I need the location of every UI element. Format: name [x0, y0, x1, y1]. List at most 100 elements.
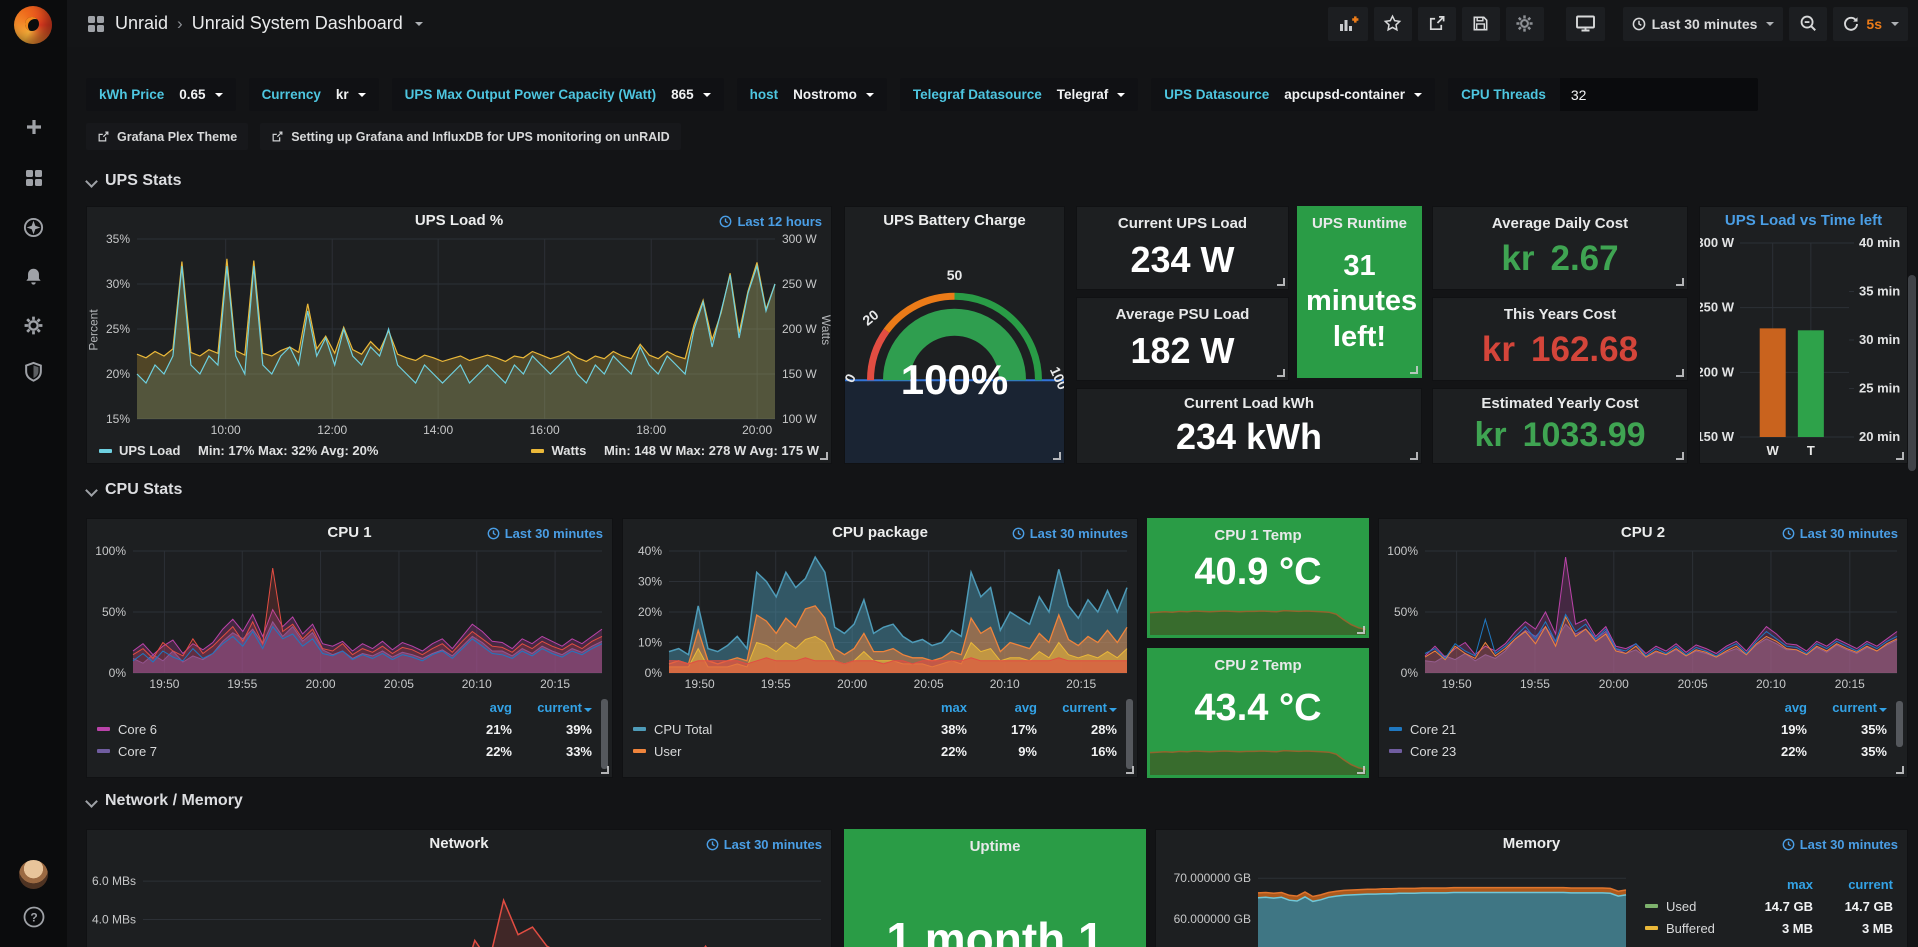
legend-row[interactable]: Core 2322%35% [1389, 740, 1887, 762]
legend-scrollbar[interactable] [1126, 699, 1133, 769]
refresh-button-group[interactable]: 5s [1833, 7, 1908, 41]
legend-col-max[interactable]: max [897, 700, 967, 715]
panel-time-range-link[interactable]: Last 30 minutes [487, 526, 603, 541]
variable-telegraf-datasource[interactable]: Telegraf Datasource Telegraf [900, 78, 1138, 111]
legend-series-name[interactable]: Core 23 [1410, 744, 1456, 759]
variable-host[interactable]: host Nostromo [737, 78, 887, 111]
legend-row[interactable]: Core 621%39% [97, 718, 592, 740]
panel-time-range-link[interactable]: Last 30 minutes [1012, 526, 1128, 541]
legend-row[interactable]: CPU Total38%17%28% [633, 718, 1117, 740]
ups-bars-chart[interactable]: 300 W250 W200 W150 W40 min35 min30 min25… [1700, 233, 1907, 463]
variable-value[interactable]: Nostromo [793, 87, 857, 102]
time-range-picker[interactable]: Last 30 minutes [1623, 7, 1784, 41]
legend-series-name[interactable]: Core 21 [1410, 722, 1456, 737]
variable-value[interactable]: 0.65 [179, 87, 205, 102]
legend-row[interactable]: User22%9%16% [633, 740, 1117, 762]
legend-series-name[interactable]: UPS Load [119, 443, 180, 458]
link-ups-monitoring-guide[interactable]: Setting up Grafana and InfluxDB for UPS … [260, 123, 680, 150]
legend-series-name[interactable]: Buffered [1666, 921, 1715, 936]
stat-label[interactable]: CPU 1 Temp [1148, 527, 1368, 544]
variable-ups-datasource[interactable]: UPS Datasource apcupsd-container [1151, 78, 1435, 111]
legend-row[interactable]: Core 2119%35% [1389, 718, 1887, 740]
refresh-interval-label[interactable]: 5s [1866, 16, 1882, 32]
star-dashboard-button[interactable] [1374, 7, 1412, 41]
sidebar-explore-button[interactable] [0, 207, 67, 247]
panel-title[interactable]: UPS Load vs Time left [1700, 212, 1907, 229]
sidebar-dashboards-button[interactable] [0, 158, 67, 198]
cpu1-graph[interactable]: 19:5019:5520:0020:0520:1020:15100%50%0% [87, 545, 612, 693]
dashboard-settings-button[interactable] [1506, 7, 1544, 41]
legend-row[interactable]: Used14.7 GB14.7 GB [1645, 895, 1893, 917]
ups-load-graph[interactable]: 10:0012:0014:0016:0018:0020:0035%30%25%2… [87, 233, 831, 439]
stat-label[interactable]: Current Load kWh [1077, 395, 1421, 412]
cpu2-graph[interactable]: 19:5019:5520:0020:0520:1020:15100%50%0% [1379, 545, 1907, 693]
stat-label[interactable]: UPS Runtime [1298, 215, 1421, 232]
legend-scrollbar[interactable] [1896, 701, 1903, 747]
panel-time-range-link[interactable]: Last 12 hours [719, 214, 822, 229]
stat-label[interactable]: This Years Cost [1433, 306, 1687, 323]
breadcrumb-folder[interactable]: Unraid [115, 13, 168, 34]
variable-value[interactable]: apcupsd-container [1284, 87, 1405, 102]
legend-col-avg[interactable]: avg [442, 700, 512, 715]
legend-col-avg[interactable]: avg [1737, 700, 1807, 715]
variable-ups-max-output[interactable]: UPS Max Output Power Capacity (Watt) 865 [392, 78, 724, 111]
stat-label[interactable]: Uptime [845, 838, 1145, 855]
sidebar-help-button[interactable]: ? [0, 905, 67, 929]
stat-label[interactable]: Average Daily Cost [1433, 215, 1687, 232]
panel-title[interactable]: UPS Battery Charge [845, 212, 1064, 229]
legend-col-current[interactable]: current [1062, 700, 1107, 715]
legend-series-name[interactable]: Used [1666, 899, 1696, 914]
legend-row[interactable]: Buffered3 MB3 MB [1645, 917, 1893, 939]
panel-time-range-link[interactable]: Last 30 minutes [1782, 526, 1898, 541]
stat-label[interactable]: CPU 2 Temp [1148, 657, 1368, 674]
variable-value[interactable]: Telegraf [1057, 87, 1109, 102]
dashboard-title[interactable]: Unraid System Dashboard [192, 13, 403, 34]
legend-col-current[interactable]: current [537, 700, 582, 715]
section-network-memory[interactable]: Network / Memory [86, 792, 243, 810]
add-panel-button[interactable] [1328, 7, 1368, 41]
stat-label[interactable]: Current UPS Load [1077, 215, 1288, 232]
sidebar-alerting-button[interactable] [0, 256, 67, 296]
stat-label[interactable]: Estimated Yearly Cost [1433, 395, 1687, 412]
network-graph[interactable]: 6.0 MBs4.0 MBs2.0 MBs [87, 856, 831, 947]
section-ups-stats[interactable]: UPS Stats [86, 172, 181, 190]
share-dashboard-button[interactable] [1418, 7, 1456, 41]
panel-time-range-link[interactable]: Last 30 minutes [706, 837, 822, 852]
page-scrollbar[interactable] [1908, 275, 1916, 471]
legend-series-name[interactable]: Watts [551, 443, 586, 458]
cpu-threads-input[interactable] [1560, 78, 1758, 111]
variable-value[interactable]: kr [336, 87, 349, 102]
legend-series-name[interactable]: Core 6 [118, 722, 157, 737]
sidebar-create-button[interactable] [0, 107, 67, 147]
link-grafana-plex-theme[interactable]: Grafana Plex Theme [86, 123, 248, 150]
variable-kwh-price[interactable]: kWh Price 0.65 [86, 78, 236, 111]
section-cpu-stats[interactable]: CPU Stats [86, 481, 182, 499]
legend-row[interactable]: Core 722%33% [97, 740, 592, 762]
stat-label[interactable]: Average PSU Load [1077, 306, 1288, 323]
battery-gauge[interactable]: 02050100100% [845, 233, 1064, 463]
legend-series-name[interactable]: User [654, 744, 681, 759]
memory-graph[interactable]: 70.000000 GB60.000000 GB50.000000 GB [1156, 856, 1634, 947]
stat-value: 1033.99 [1523, 416, 1646, 454]
legend-col-current[interactable]: current [1813, 877, 1893, 892]
dropdown-caret-icon [358, 93, 366, 97]
legend-col-max[interactable]: max [1743, 877, 1813, 892]
variable-currency[interactable]: Currency kr [249, 78, 379, 111]
save-dashboard-button[interactable] [1462, 7, 1500, 41]
grafana-logo[interactable] [14, 6, 52, 44]
sidebar-user-button[interactable] [0, 860, 67, 889]
legend-col-current[interactable]: current [1832, 700, 1877, 715]
refresh-interval-caret-icon[interactable] [1891, 22, 1899, 26]
legend-scrollbar[interactable] [601, 699, 608, 769]
cpu-package-graph[interactable]: 19:5019:5520:0020:0520:1020:1540%30%20%1… [623, 545, 1137, 693]
variable-value[interactable]: 865 [671, 87, 694, 102]
sidebar-configuration-button[interactable] [0, 305, 67, 345]
title-caret-icon[interactable] [415, 22, 423, 26]
panel-time-range-link[interactable]: Last 30 minutes [1782, 837, 1898, 852]
cycle-view-mode-button[interactable] [1566, 7, 1605, 41]
legend-series-name[interactable]: CPU Total [654, 722, 712, 737]
zoom-out-time-button[interactable] [1789, 7, 1827, 41]
legend-series-name[interactable]: Core 7 [118, 744, 157, 759]
sidebar-server-admin-button[interactable] [0, 351, 67, 391]
legend-col-avg[interactable]: avg [967, 700, 1037, 715]
